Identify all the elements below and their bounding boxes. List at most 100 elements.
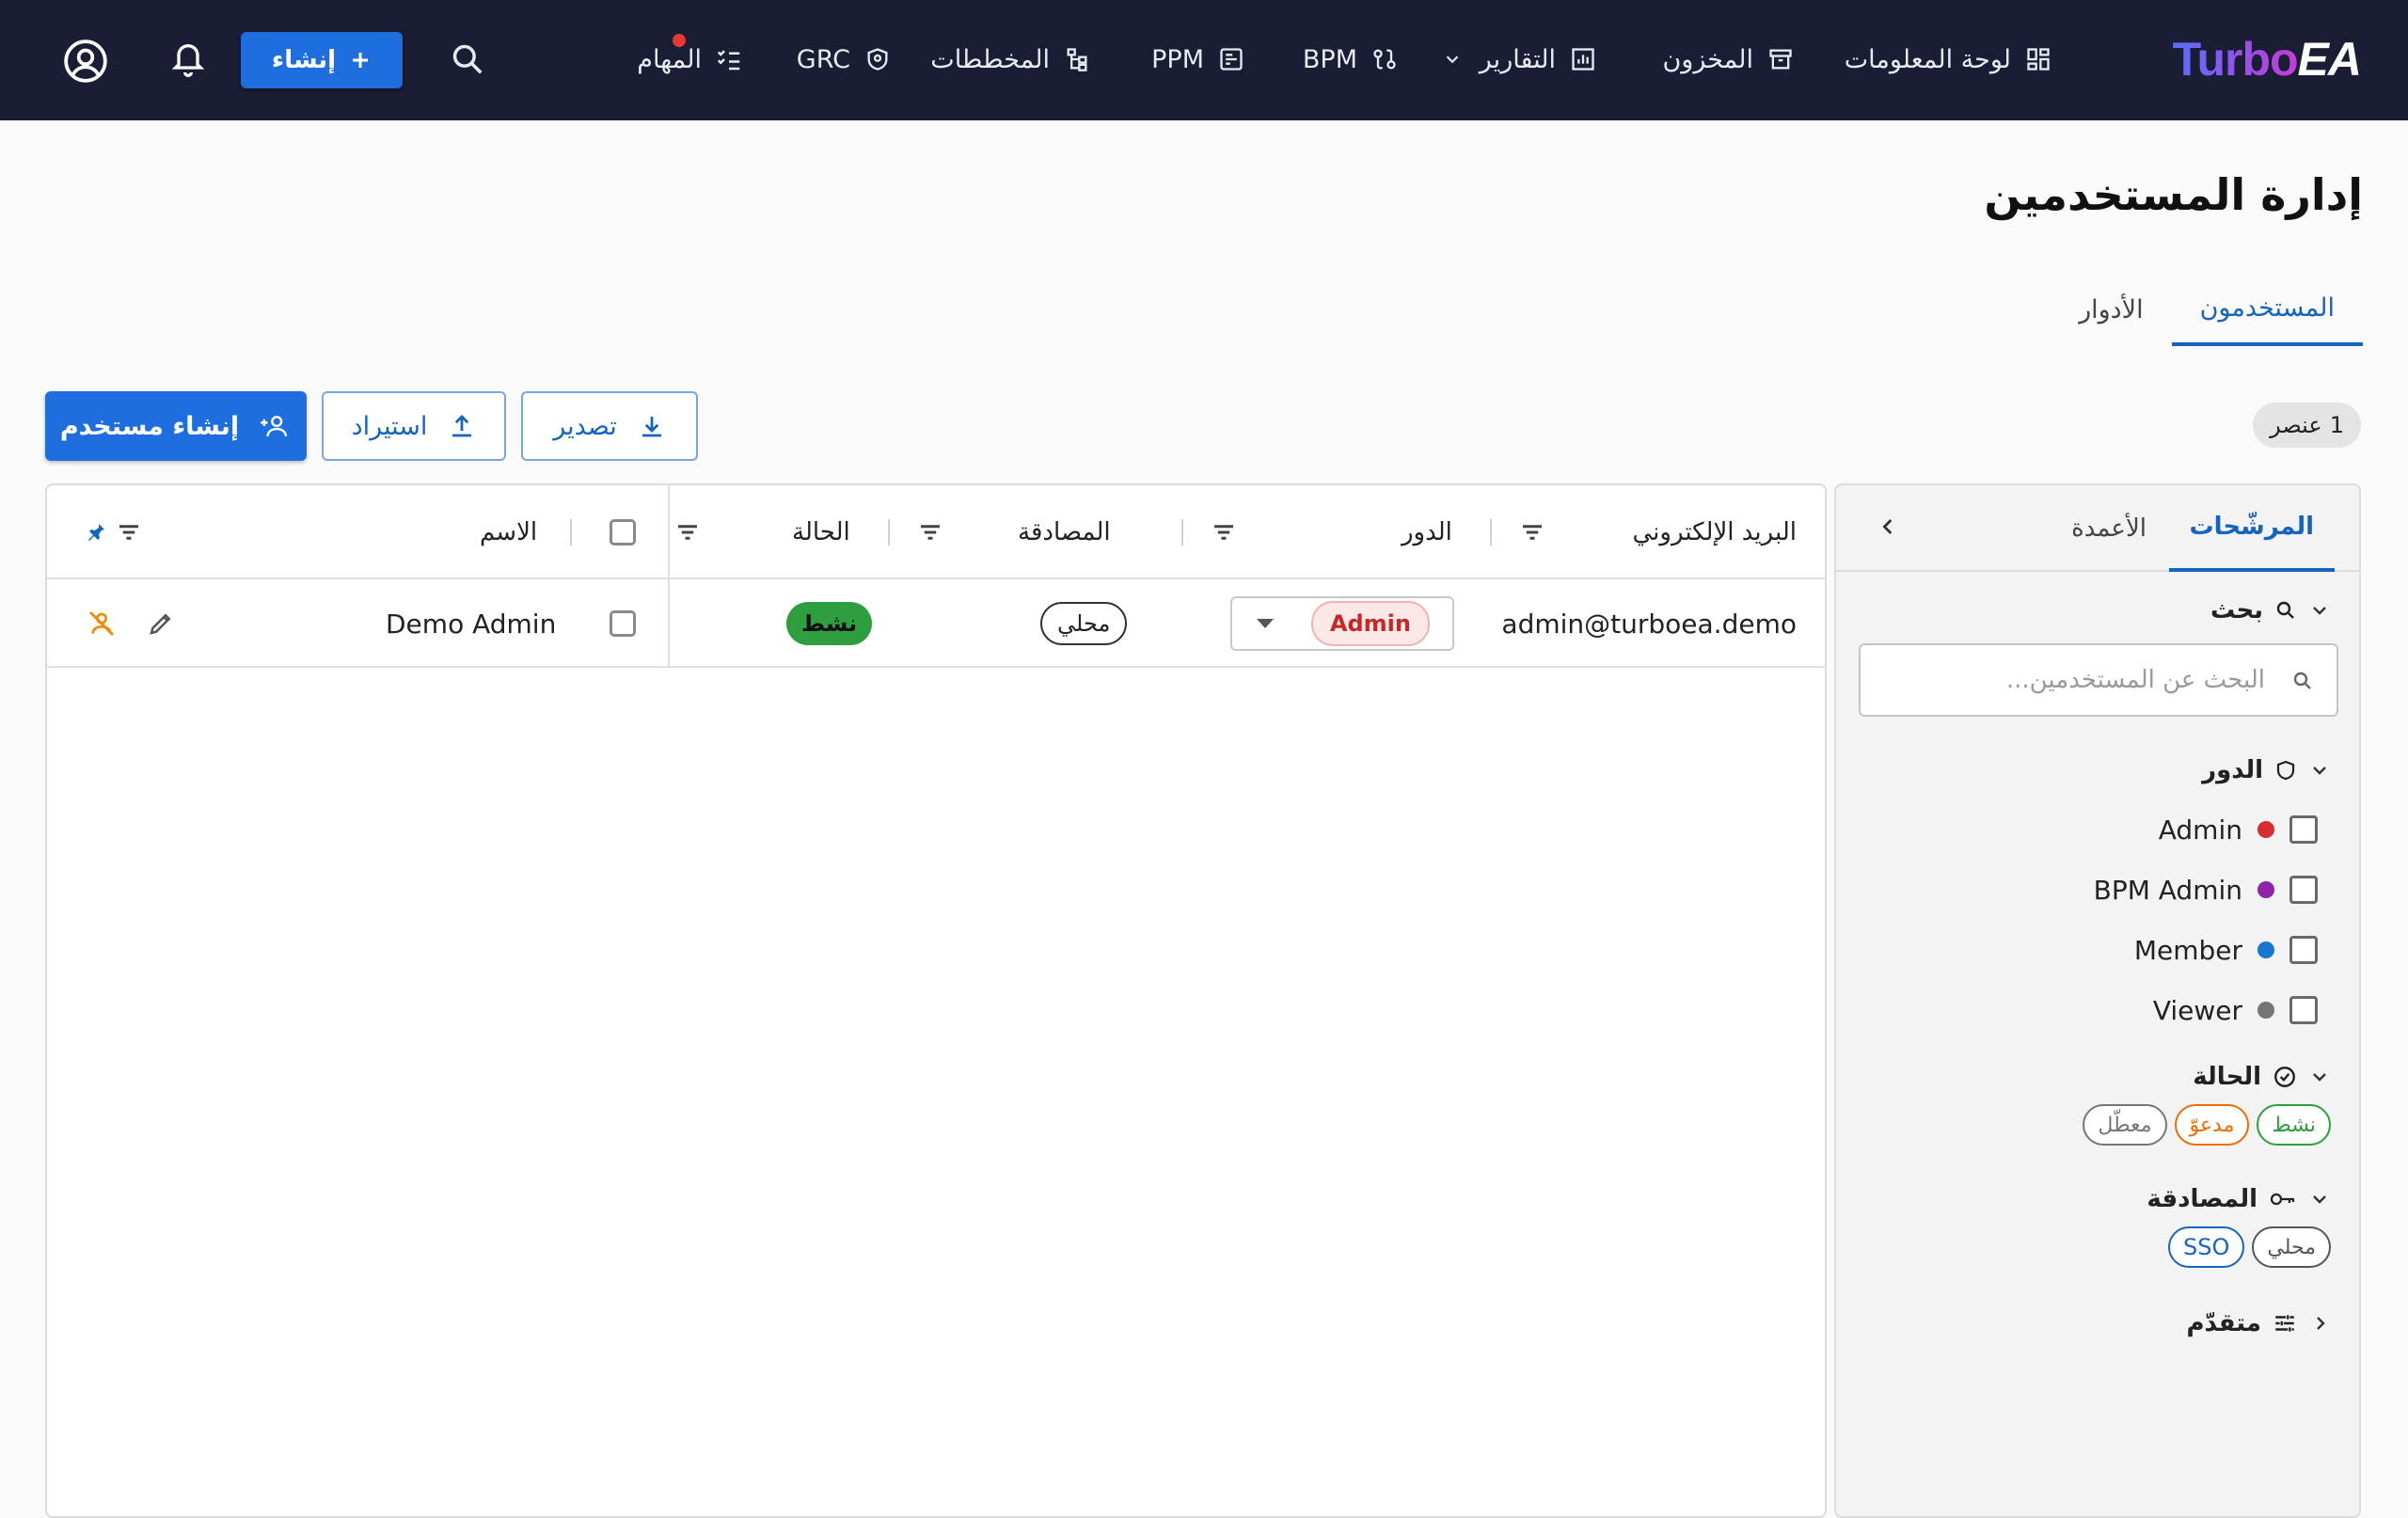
auth-chip-sso[interactable]: SSO — [2168, 1226, 2245, 1268]
tab-roles[interactable]: الأدوار — [2051, 273, 2172, 346]
column-header-status[interactable]: الحالة — [792, 485, 850, 579]
user-search-field — [1859, 643, 2338, 717]
nav-item-grc[interactable]: GRC — [797, 38, 892, 81]
nav-item-inventory[interactable]: المخزون — [1662, 38, 1795, 81]
download-icon — [638, 412, 666, 440]
filter-icon — [1523, 525, 1542, 540]
shield-icon — [863, 45, 892, 73]
role-option-checkbox[interactable] — [2289, 996, 2318, 1024]
pin-icon[interactable] — [85, 519, 107, 546]
role-color-dot — [2258, 881, 2274, 898]
select-all-checkbox-cell — [610, 485, 636, 579]
user-menu-button[interactable] — [62, 38, 109, 85]
chevron-left-icon — [1876, 514, 1902, 540]
role-cell: Admin — [1230, 579, 1454, 668]
search-section-header[interactable]: بحث — [2210, 596, 2331, 625]
filter-panel-tabs: المرشّحات الأعمدة — [1836, 485, 2359, 572]
app-logo[interactable]: Turbo EA — [2172, 28, 2362, 90]
user-search-input[interactable] — [1861, 645, 2337, 715]
role-select[interactable]: Admin — [1230, 596, 1454, 651]
column-label: الدور — [1402, 518, 1452, 546]
bell-icon — [169, 38, 207, 79]
chevron-down-icon — [2308, 1066, 2331, 1088]
advanced-section-header[interactable]: متقدّم — [2187, 1309, 2332, 1337]
nav-item-bpm[interactable]: BPM — [1303, 38, 1399, 81]
item-count-label: عنصر — [2270, 412, 2322, 438]
tab-users[interactable]: المستخدمون — [2171, 273, 2363, 346]
auth-filter-button[interactable] — [916, 485, 944, 579]
nav-item-dashboard[interactable]: لوحة المعلومات — [1845, 38, 2052, 81]
auth-chip-local[interactable]: محلي — [2252, 1226, 2331, 1268]
process-icon — [1370, 45, 1399, 73]
select-all-checkbox[interactable] — [610, 519, 636, 546]
role-color-dot — [2258, 1002, 2274, 1019]
column-header-name[interactable]: الاسم — [480, 485, 537, 579]
column-separator — [1181, 519, 1183, 546]
role-option-checkbox[interactable] — [2289, 815, 2318, 844]
auth-cell: محلي — [1040, 579, 1128, 668]
person-add-icon — [260, 412, 292, 440]
create-user-button[interactable]: إنشاء مستخدم — [45, 391, 307, 461]
tab-filters[interactable]: المرشّحات — [2168, 485, 2335, 572]
role-section-header[interactable]: الدور — [2202, 756, 2331, 784]
chevron-right-icon — [2308, 1312, 2331, 1335]
tab-columns[interactable]: الأعمدة — [2052, 485, 2165, 572]
account-circle-icon — [62, 38, 109, 85]
nav-item-ppm[interactable]: PPM — [1151, 38, 1245, 81]
chevron-down-icon — [1438, 45, 1466, 73]
logo-part-1: Turbo — [2172, 33, 2299, 86]
filter-panel: المرشّحات الأعمدة بحث الدور — [1834, 483, 2361, 1518]
page-tabs: المستخدمون الأدوار — [2051, 273, 2363, 346]
status-section-header[interactable]: الحالة — [2193, 1063, 2331, 1091]
nav-item-tasks[interactable]: المهام — [637, 34, 743, 81]
role-option-checkbox[interactable] — [2289, 876, 2318, 904]
check-circle-icon — [2273, 1065, 2297, 1089]
role-option-bpm-admin[interactable]: BPM Admin — [2094, 871, 2318, 909]
auth-section-header[interactable]: المصادقة — [2147, 1185, 2331, 1213]
column-header-email[interactable]: البريد الإلكتروني — [1633, 485, 1797, 579]
filter-icon[interactable] — [115, 518, 143, 546]
key-icon — [2269, 1188, 2297, 1210]
person-off-icon — [87, 609, 117, 639]
collapse-panel-button[interactable] — [1876, 514, 1902, 540]
role-option-checkbox[interactable] — [2289, 936, 2318, 964]
pencil-icon — [147, 609, 175, 638]
item-count-badge: 1 عنصر — [2253, 403, 2361, 448]
status-chip-disabled[interactable]: معطّل — [2083, 1104, 2167, 1146]
search-icon — [450, 41, 485, 77]
global-search-button[interactable] — [450, 41, 485, 77]
search-section-title: بحث — [2210, 596, 2263, 625]
status-chip-invited[interactable]: مدعوّ — [2174, 1104, 2250, 1146]
users-table: الاسم الحالة المصادقة الدور البريد الإلك… — [45, 483, 1827, 1518]
nav-item-label: التقارير — [1479, 44, 1556, 74]
column-label: الاسم — [480, 518, 538, 546]
deactivate-user-button[interactable] — [87, 579, 117, 668]
role-option-member[interactable]: Member — [2134, 931, 2318, 969]
status-badge: نشط — [786, 602, 873, 645]
role-option-viewer[interactable]: Viewer — [2153, 991, 2318, 1029]
import-label: استيراد — [351, 411, 428, 441]
role-option-admin[interactable]: Admin — [2159, 811, 2318, 848]
create-button[interactable]: إنشاء — [241, 32, 403, 88]
filter-icon — [678, 525, 697, 540]
status-filter-button[interactable] — [673, 485, 702, 579]
export-button[interactable]: تصدير — [521, 391, 698, 461]
import-button[interactable]: استيراد — [322, 391, 506, 461]
email-filter-button[interactable] — [1518, 485, 1546, 579]
status-chip-active[interactable]: نشط — [2257, 1104, 2331, 1146]
role-filter-button[interactable] — [1210, 485, 1238, 579]
user-name[interactable]: Demo Admin — [386, 579, 556, 668]
notifications-button[interactable] — [169, 38, 207, 79]
row-checkbox[interactable] — [610, 610, 636, 637]
column-header-auth[interactable]: المصادقة — [1018, 485, 1111, 579]
table-row[interactable]: Demo Admin نشط محلي Admin admin@turboea.… — [47, 579, 1825, 668]
nav-item-reports[interactable]: التقارير — [1438, 38, 1597, 81]
role-option-label: Viewer — [2152, 994, 2242, 1026]
column-header-role[interactable]: الدور — [1402, 485, 1452, 579]
page-title: إدارة المستخدمين — [1984, 169, 2363, 220]
nav-item-label: المخزون — [1662, 44, 1753, 74]
tune-icon — [2273, 1311, 2297, 1336]
edit-user-button[interactable] — [147, 579, 175, 668]
chevron-down-icon — [2308, 1188, 2331, 1210]
nav-item-diagrams[interactable]: المخططات — [930, 38, 1091, 81]
